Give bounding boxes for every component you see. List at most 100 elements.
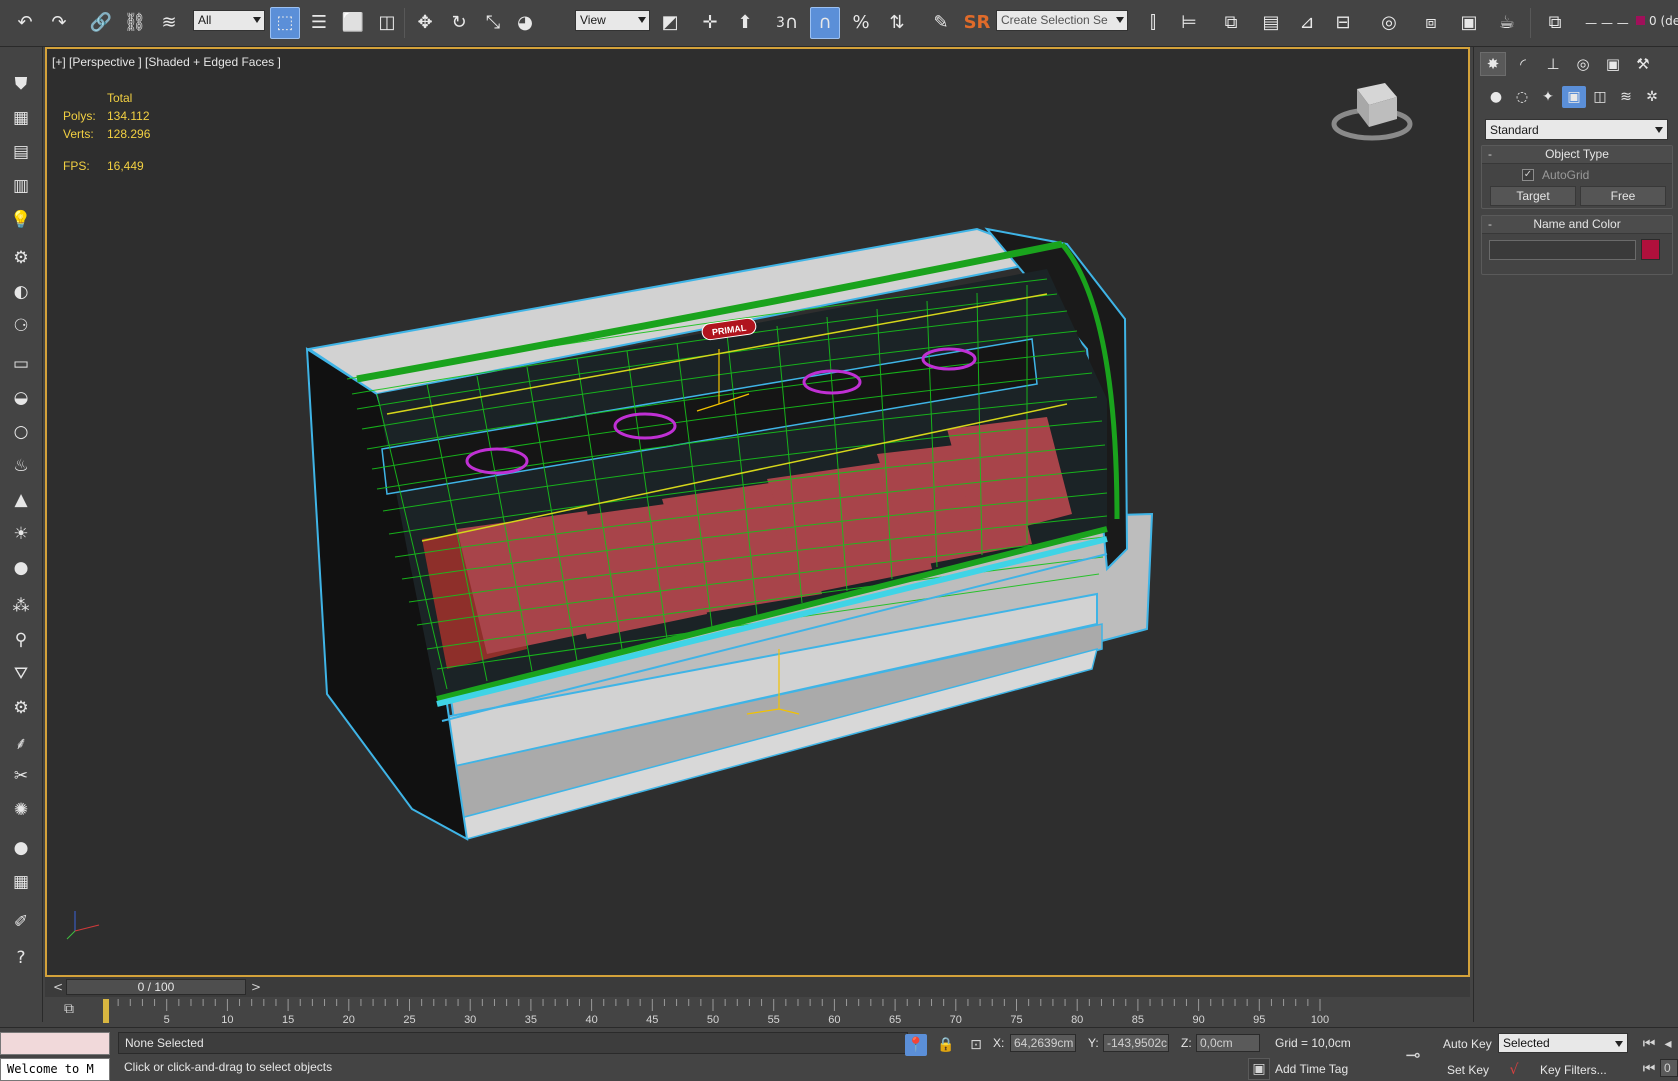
time-slider[interactable]: < 0 / 100 >	[45, 977, 1470, 997]
select-manipulate-icon[interactable]: ✛	[695, 7, 725, 39]
helpers-icon[interactable]: ◐	[6, 277, 36, 307]
add-time-tag-button[interactable]: Add Time Tag	[1275, 1062, 1348, 1076]
grass-icon[interactable]: ⸙	[6, 727, 36, 757]
script-icon[interactable]: ✐	[6, 907, 36, 937]
x-coord-input[interactable]: 64,2639cm	[1010, 1034, 1076, 1052]
target-camera-button[interactable]: Target	[1490, 186, 1576, 206]
y-coord-input[interactable]: -143,9502c	[1103, 1034, 1169, 1052]
angle-snap-icon[interactable]: ∩	[810, 7, 840, 39]
helpers-category-icon[interactable]: ◫	[1588, 86, 1612, 108]
select-and-rotate-icon[interactable]: ↻	[444, 7, 474, 39]
current-frame-marker[interactable]	[103, 999, 109, 1023]
autogrid-checkbox[interactable]: ✓ AutoGrid	[1522, 168, 1589, 182]
selection-filter-dropdown[interactable]: All	[193, 10, 265, 31]
auto-key-button[interactable]: Auto Key	[1443, 1037, 1492, 1051]
previous-frame-button[interactable]: <	[50, 980, 66, 994]
plane-icon[interactable]: ▭	[6, 349, 36, 379]
lights-icon[interactable]: 💡	[6, 205, 36, 235]
hierarchy-tab-icon[interactable]: ⊥	[1540, 52, 1566, 76]
percent-snap-icon[interactable]: %	[846, 7, 876, 39]
select-and-scale-icon[interactable]: ⤡	[478, 7, 508, 39]
lights-category-icon[interactable]: ✦	[1536, 86, 1560, 108]
help-icon[interactable]: ?	[6, 943, 36, 973]
object-category-dropdown[interactable]: Standard	[1485, 119, 1668, 140]
keyboard-shortcut-override-icon[interactable]: ⬆	[730, 7, 760, 39]
sr-toggle-button[interactable]: SR	[962, 7, 992, 39]
cone-icon[interactable]: ▲	[6, 485, 36, 515]
default-tangent-icon[interactable]: √	[1503, 1059, 1525, 1081]
previous-key-icon[interactable]: ◂	[1660, 1033, 1676, 1055]
free-camera-button[interactable]: Free	[1580, 186, 1666, 206]
bind-to-space-warp-icon[interactable]: ≋	[154, 7, 184, 39]
mini-curve-editor-icon[interactable]: ⧉	[57, 1001, 81, 1021]
geometry-category-icon[interactable]: ●	[1484, 86, 1508, 108]
redo-icon[interactable]: ↷	[44, 7, 74, 39]
space-warps-category-icon[interactable]: ≋	[1614, 86, 1638, 108]
modify-tab-icon[interactable]: ◜	[1510, 52, 1536, 76]
isolate-selection-icon[interactable]: 📍	[905, 1034, 927, 1056]
create-tab-icon[interactable]: ✸	[1480, 52, 1506, 76]
reference-coordinate-dropdown[interactable]: View	[575, 10, 650, 31]
object-type-header[interactable]: - Object Type	[1482, 146, 1672, 164]
time-tag-icon[interactable]: ▣	[1248, 1058, 1270, 1080]
render-setup-icon[interactable]: ⧈	[1416, 7, 1446, 39]
motion-tab-icon[interactable]: ◎	[1570, 52, 1596, 76]
mirror-icon[interactable]: ⫿	[1138, 7, 1168, 39]
z-coord-input[interactable]: 0,0cm	[1196, 1034, 1260, 1052]
layer-line-icon[interactable]: — — —	[1582, 7, 1632, 39]
key-icon[interactable]: ⊸	[1402, 1044, 1424, 1066]
align-icon[interactable]: ⊨	[1174, 7, 1204, 39]
curve-editor-icon[interactable]: ⊿	[1292, 7, 1322, 39]
object-name-input[interactable]	[1489, 240, 1636, 260]
hemisphere-icon[interactable]: ◒	[6, 383, 36, 413]
unlink-selection-icon[interactable]: ⛓	[120, 7, 150, 39]
teapot-icon[interactable]: ♨	[6, 451, 36, 481]
key-mode-toggle-icon[interactable]: ⏮	[1638, 1058, 1660, 1080]
named-selection-dropdown[interactable]: Create Selection Se	[996, 10, 1128, 31]
set-key-button[interactable]: Set Key	[1447, 1063, 1489, 1077]
rendered-frame-window-icon[interactable]: ▣	[1454, 7, 1484, 39]
compound-object-icon[interactable]: ⛛	[6, 659, 36, 689]
select-object-icon[interactable]: ⬚	[270, 7, 300, 39]
motion-panel-icon[interactable]: ▥	[6, 171, 36, 201]
snaps-toggle-icon[interactable]: 3 ∩	[772, 7, 802, 39]
modify-panel-icon[interactable]: ▦	[6, 103, 36, 133]
create-geometry-icon[interactable]: ⛊	[6, 69, 36, 99]
layer-explorer-icon[interactable]: ⧉	[1216, 7, 1246, 39]
name-and-color-header[interactable]: - Name and Color	[1482, 216, 1672, 234]
spinner-snap-icon[interactable]: ⇅	[882, 7, 912, 39]
rectangular-selection-icon[interactable]: ⬜	[338, 7, 368, 39]
select-and-link-icon[interactable]: 🔗	[86, 7, 116, 39]
perspective-viewport[interactable]: PRIMAL [+] [Perspective ] [Shaded + Edge…	[45, 47, 1470, 977]
schematic-view-icon[interactable]: ⊟	[1328, 7, 1358, 39]
key-mode-selection-dropdown[interactable]: Selected	[1498, 1033, 1628, 1053]
absolute-transform-icon[interactable]: ⊡	[965, 1034, 987, 1056]
geosphere-icon[interactable]: ●	[6, 553, 36, 583]
shapes-category-icon[interactable]: ◌	[1510, 86, 1534, 108]
current-layer-label[interactable]: 0 (de	[1636, 14, 1678, 28]
key-filters-button[interactable]: Key Filters...	[1540, 1063, 1607, 1077]
next-frame-button[interactable]: >	[248, 980, 264, 994]
selection-lock-icon[interactable]: 🔒	[935, 1034, 957, 1056]
systems-category-icon[interactable]: ✲	[1640, 86, 1664, 108]
hair-fur-icon[interactable]: ✂	[6, 761, 36, 791]
viewcube[interactable]	[1331, 83, 1413, 141]
maxscript-listener-input[interactable]: Welcome to M	[0, 1058, 110, 1081]
undo-icon[interactable]: ↶	[10, 7, 40, 39]
scatter-icon[interactable]: ⁂	[6, 591, 36, 621]
gear-icon[interactable]: ⚙	[6, 693, 36, 723]
select-by-name-icon[interactable]: ☰	[304, 7, 334, 39]
select-and-move-icon[interactable]: ✥	[410, 7, 440, 39]
select-and-place-icon[interactable]: ◕	[510, 7, 540, 39]
go-to-start-icon[interactable]: ⏮	[1638, 1033, 1660, 1055]
cameras-category-icon[interactable]: ▣	[1562, 86, 1586, 108]
manage-layers-icon[interactable]: ⧉	[1540, 7, 1570, 39]
cameras-icon[interactable]: ⚙	[6, 243, 36, 273]
material-editor-icon[interactable]: ◎	[1374, 7, 1404, 39]
space-warps-icon[interactable]: ⚆	[6, 311, 36, 341]
particle-icon[interactable]: ⚲	[6, 625, 36, 655]
current-frame-field[interactable]: 0	[1660, 1059, 1678, 1077]
frame-ruler[interactable]: 5 10 15 20 25 30 35 40 45 50 55 60 65 70 75 80 85 90 95 100	[103, 997, 1333, 1027]
object-color-swatch[interactable]	[1641, 239, 1660, 260]
utilities-tab-icon[interactable]: ⚒	[1630, 52, 1656, 76]
